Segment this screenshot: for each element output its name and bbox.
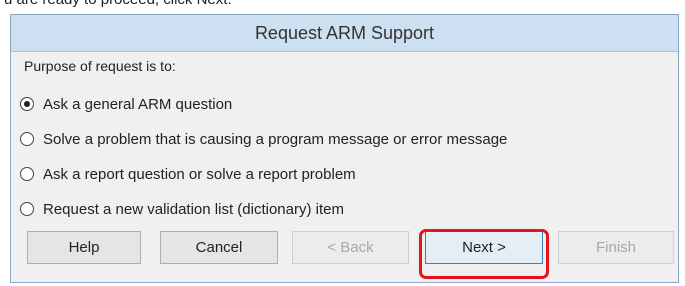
radio-label: Ask a general ARM question [43, 95, 233, 113]
radio-report-question[interactable]: Ask a report question or solve a report … [20, 163, 356, 185]
radio-label: Solve a problem that is causing a progra… [43, 130, 508, 148]
dialog-title: Request ARM Support [254, 23, 435, 43]
cropped-instruction-text: u are ready to proceed, click Next. [0, 0, 685, 12]
radio-label: Request a new validation list (dictionar… [43, 200, 344, 218]
radio-unchecked-icon[interactable] [20, 202, 34, 216]
radio-label: Ask a report question or solve a report … [43, 165, 356, 183]
radio-program-message-problem[interactable]: Solve a problem that is causing a progra… [20, 128, 507, 150]
cancel-button[interactable]: Cancel [160, 231, 278, 264]
help-button[interactable]: Help [27, 231, 141, 264]
radio-checked-icon[interactable] [20, 97, 34, 111]
radio-general-question[interactable]: Ask a general ARM question [20, 93, 232, 115]
radio-unchecked-icon[interactable] [20, 167, 34, 181]
purpose-group-label: Purpose of request is to: [24, 58, 176, 74]
dialog-title-bar: Request ARM Support [11, 15, 678, 52]
next-button[interactable]: Next > [425, 231, 543, 264]
back-button[interactable]: < Back [292, 231, 409, 264]
radio-unchecked-icon[interactable] [20, 132, 34, 146]
radio-validation-list-item[interactable]: Request a new validation list (dictionar… [20, 198, 344, 220]
finish-button[interactable]: Finish [558, 231, 674, 264]
